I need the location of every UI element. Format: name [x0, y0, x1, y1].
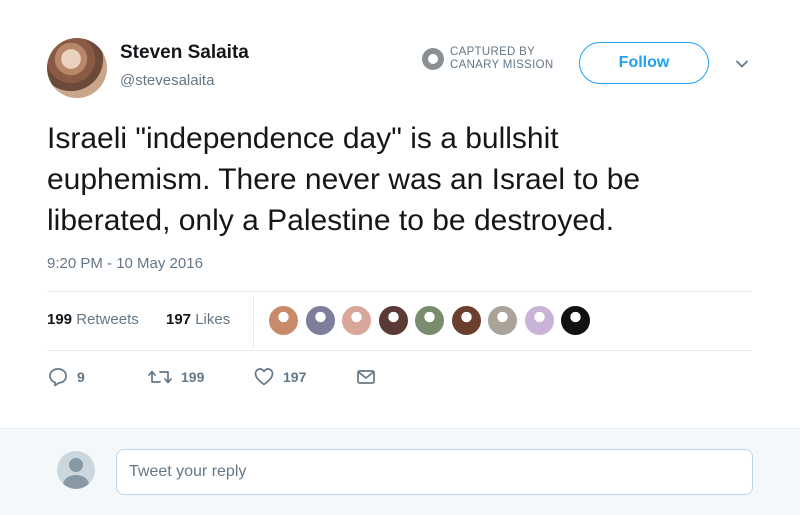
liker-avatar[interactable] — [523, 305, 555, 336]
tweet-timestamp[interactable]: 9:20 PM - 10 May 2016 — [47, 255, 203, 272]
chevron-down-icon[interactable] — [735, 57, 749, 71]
direct-message-button[interactable] — [355, 366, 377, 388]
retweet-count: 199 — [181, 369, 205, 385]
reply-input[interactable] — [116, 449, 753, 495]
tweet-card: Steven Salaita @stevesalaita CAPTURED BY… — [0, 0, 800, 428]
retweets-stat-count: 199 — [47, 311, 73, 328]
tweet-text-line: euphemism. There never was an Israel to … — [47, 163, 641, 196]
follow-button[interactable]: Follow — [579, 42, 709, 84]
canary-logo-icon — [422, 48, 444, 70]
heart-icon — [254, 368, 274, 386]
tweet-text-line: liberated, only a Palestine to be destro… — [47, 204, 615, 237]
likes-stat-count: 197 — [166, 311, 192, 328]
reply-count: 9 — [77, 369, 85, 385]
divider — [47, 350, 752, 351]
canary-mission-watermark: CAPTURED BY CANARY MISSION — [420, 45, 570, 75]
author-avatar[interactable] — [47, 38, 107, 98]
retweet-icon — [148, 370, 172, 384]
author-display-name[interactable]: Steven Salaita — [120, 42, 249, 64]
divider — [47, 291, 752, 292]
reply-button[interactable]: 9 — [47, 366, 85, 388]
author-handle[interactable]: @stevesalaita — [120, 72, 214, 89]
liker-avatar[interactable] — [487, 305, 518, 336]
liker-avatar[interactable] — [377, 305, 409, 336]
retweets-stat-label: Retweets — [76, 311, 139, 328]
tweet-text-line: Israeli "independence day" is a bullshit — [47, 122, 559, 155]
tweet-text: Israeli "independence day" is a bullshit… — [47, 118, 767, 241]
liker-avatar[interactable] — [268, 305, 299, 336]
like-count: 197 — [283, 369, 307, 385]
retweet-button[interactable]: 199 — [147, 366, 204, 388]
retweets-stat[interactable]: 199 Retweets — [47, 311, 139, 328]
like-button[interactable]: 197 — [253, 366, 306, 388]
liker-avatar[interactable] — [560, 305, 591, 336]
likes-stat[interactable]: 197 Likes — [166, 311, 230, 328]
liker-avatar[interactable] — [414, 305, 445, 336]
stats-separator — [253, 294, 254, 348]
envelope-icon — [357, 370, 375, 384]
liker-avatar[interactable] — [341, 305, 372, 336]
liker-avatar[interactable] — [304, 305, 336, 336]
watermark-line-2: CANARY MISSION — [450, 59, 554, 71]
liker-avatar[interactable] — [450, 305, 482, 336]
reply-icon — [49, 368, 67, 387]
watermark-line-1: CAPTURED BY — [450, 46, 536, 58]
user-avatar — [57, 451, 95, 489]
reply-composer — [0, 428, 800, 515]
likes-stat-label: Likes — [195, 311, 231, 328]
